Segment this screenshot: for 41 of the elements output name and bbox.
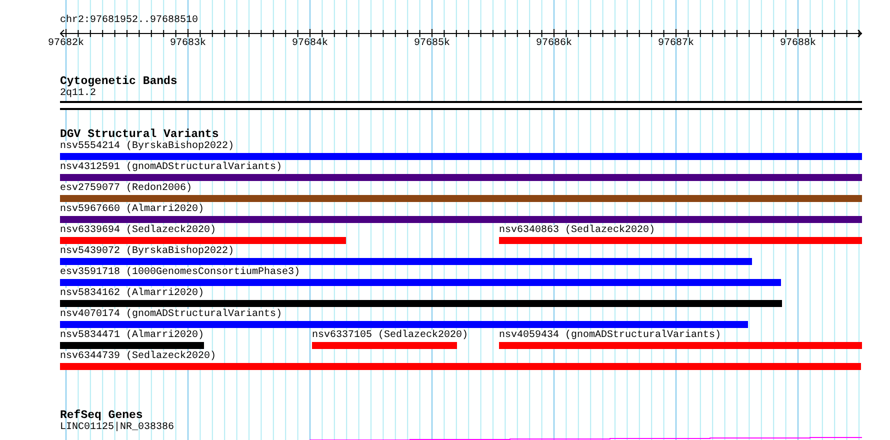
variant-label: nsv6337105 (Sedlazeck2020) <box>312 330 468 342</box>
variant-bar[interactable] <box>60 153 862 160</box>
variant-label: nsv5834471 (Almarri2020) <box>60 330 204 342</box>
tick-label: 97682k <box>48 38 84 50</box>
tick-label: 97684k <box>292 38 328 50</box>
variant-bar[interactable] <box>60 174 862 181</box>
variant-label: esv2759077 (Redon2006) <box>60 183 192 195</box>
gene-label: LINC01125|NR_038386 <box>60 422 174 434</box>
tick-label: 97688k <box>780 38 816 50</box>
variant-bar[interactable] <box>60 321 748 328</box>
variant-label: nsv4312591 (gnomADStructuralVariants) <box>60 162 282 174</box>
variant-bar[interactable] <box>60 258 752 265</box>
variant-bar[interactable] <box>60 195 862 202</box>
variant-label: nsv5967660 (Almarri2020) <box>60 204 204 216</box>
variant-bar[interactable] <box>60 216 862 223</box>
variant-label: nsv5439072 (ByrskaBishop2022) <box>60 246 234 258</box>
band-label: 2q11.2 <box>60 88 96 100</box>
variant-bar[interactable] <box>499 342 862 349</box>
variant-label: nsv4070174 (gnomADStructuralVariants) <box>60 309 282 321</box>
variant-bar[interactable] <box>499 237 862 244</box>
track-title: DGV Structural Variants <box>60 129 219 141</box>
location-label: chr2:97681952..97688510 <box>60 15 198 27</box>
tick-label: 97685k <box>414 38 450 50</box>
track-title: RefSeq Genes <box>60 410 143 422</box>
variant-label: nsv5554214 (ByrskaBishop2022) <box>60 141 234 153</box>
variant-bar[interactable] <box>60 300 782 307</box>
variant-label: nsv4059434 (gnomADStructuralVariants) <box>499 330 722 342</box>
variant-label: nsv5834162 (Almarri2020) <box>60 288 204 300</box>
variant-bar[interactable] <box>60 363 861 370</box>
variant-label: nsv6344739 (Sedlazeck2020) <box>60 351 216 363</box>
tick-label: 97686k <box>536 38 572 50</box>
track-title: Cytogenetic Bands <box>60 76 178 88</box>
variant-bar[interactable] <box>60 237 346 244</box>
variant-label: nsv6340863 (Sedlazeck2020) <box>499 225 656 237</box>
variant-label: esv3591718 (1000GenomesConsortiumPhase3) <box>60 267 300 279</box>
tick-label: 97687k <box>658 38 694 50</box>
variant-bar[interactable] <box>312 342 457 349</box>
variant-bar[interactable] <box>60 342 204 349</box>
tick-label: 97683k <box>170 38 206 50</box>
variant-label: nsv6339694 (Sedlazeck2020) <box>60 225 216 237</box>
variant-bar[interactable] <box>60 279 781 286</box>
